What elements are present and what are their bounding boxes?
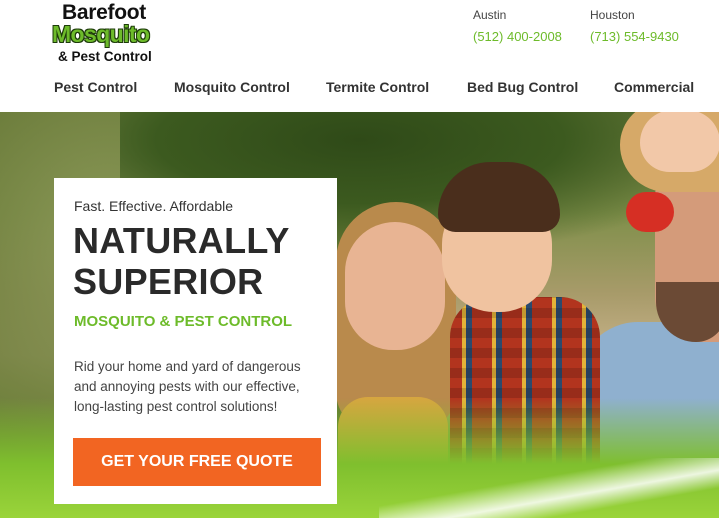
nav-item-mosquito-control[interactable]: Mosquito Control (174, 79, 290, 95)
hero-content-card: Fast. Effective. Affordable NATURALLY SU… (54, 178, 337, 504)
logo-text-mosquito: Mosquito (52, 21, 150, 47)
contact-houston: Houston (713) 554-9430 (590, 8, 679, 44)
hero-headline-line1: NATURALLY (73, 220, 290, 261)
contact-city-houston: Houston (590, 8, 635, 22)
nav-item-bed-bug-control[interactable]: Bed Bug Control (467, 79, 578, 95)
get-free-quote-button[interactable]: GET YOUR FREE QUOTE (73, 438, 321, 486)
contact-austin: Austin (512) 400-2008 (473, 8, 562, 44)
photo-girl-face (640, 112, 719, 172)
hero-subheadline: MOSQUITO & PEST CONTROL (74, 313, 293, 330)
hero-headline-line2: SUPERIOR (73, 261, 264, 302)
nav-item-commercial[interactable]: Commercial (614, 79, 694, 95)
phone-link-houston[interactable]: (713) 554-9430 (590, 29, 679, 44)
hero-tagline: Fast. Effective. Affordable (74, 198, 234, 214)
main-nav: Pest Control Mosquito Control Termite Co… (0, 79, 719, 99)
nav-item-pest-control[interactable]: Pest Control (54, 79, 137, 95)
hero-light-streak (379, 458, 719, 518)
hero-description: Rid your home and yard of dangerous and … (74, 359, 301, 414)
photo-mother-face (345, 222, 445, 350)
nav-item-termite-control[interactable]: Termite Control (326, 79, 429, 95)
company-logo[interactable]: Barefoot Mosquito & Pest Control (52, 1, 172, 67)
site-header: Barefoot Mosquito & Pest Control Austin … (0, 0, 719, 112)
phone-link-austin[interactable]: (512) 400-2008 (473, 29, 562, 44)
hero-headline: NATURALLY SUPERIOR (73, 220, 333, 302)
contact-city-austin: Austin (473, 8, 507, 22)
logo-text-pest-control: & Pest Control (58, 49, 152, 64)
photo-girl-sleeve (626, 192, 674, 232)
